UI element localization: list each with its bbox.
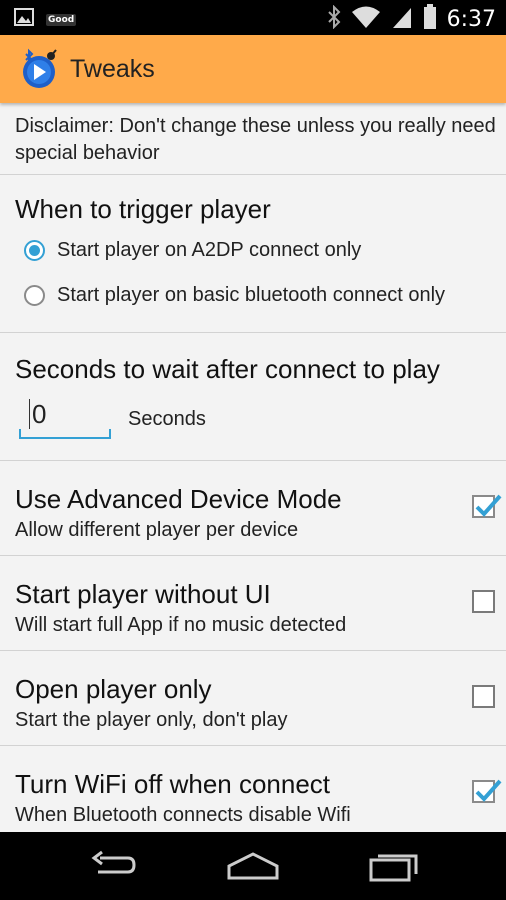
radio-button[interactable] xyxy=(24,285,45,306)
checkbox[interactable] xyxy=(472,590,495,613)
pref-summary: Allow different player per device xyxy=(15,519,299,541)
seconds-value: 0 xyxy=(32,399,47,429)
battery-icon xyxy=(423,4,437,35)
settings-list[interactable]: Disclaimer: Don't change these unless yo… xyxy=(0,103,506,832)
good-badge: Good xyxy=(46,13,77,26)
checkbox[interactable] xyxy=(472,685,495,708)
navigation-bar xyxy=(0,832,506,900)
trigger-title: When to trigger player xyxy=(15,194,271,224)
radio-option-a2dp[interactable]: Start player on A2DP connect only xyxy=(24,239,361,262)
trigger-section: When to trigger player Start player on A… xyxy=(0,175,506,333)
radio-label: Start player on A2DP connect only xyxy=(57,239,362,261)
pref-title: Use Advanced Device Mode xyxy=(15,484,342,514)
radio-option-basic-bluetooth[interactable]: Start player on basic bluetooth connect … xyxy=(24,284,445,307)
status-bar: Good 6:37 xyxy=(0,0,506,35)
pref-start-without-ui[interactable]: Start player without UI Will start full … xyxy=(0,556,506,651)
pref-summary: Will start full App if no music detected xyxy=(15,614,347,636)
pref-title: Start player without UI xyxy=(15,579,271,609)
pref-turn-wifi-off[interactable]: Turn WiFi off when connect When Bluetoot… xyxy=(0,746,506,832)
image-icon xyxy=(14,8,34,31)
checkbox-checked[interactable] xyxy=(472,779,502,803)
pref-title: Turn WiFi off when connect xyxy=(15,769,331,799)
app-bluetooth-player-icon[interactable] xyxy=(18,48,60,90)
back-icon[interactable] xyxy=(88,850,138,885)
checkbox-checked[interactable] xyxy=(472,494,502,518)
seconds-input[interactable]: 0 xyxy=(19,393,111,439)
radio-label: Start player on basic bluetooth connect … xyxy=(57,284,446,306)
page-title: Tweaks xyxy=(70,54,155,83)
bluetooth-icon xyxy=(327,4,341,34)
action-bar: Tweaks xyxy=(0,35,506,103)
pref-summary: Start the player only, don't play xyxy=(15,709,288,731)
recents-icon[interactable] xyxy=(368,850,420,887)
pref-advanced-device-mode[interactable]: Use Advanced Device Mode Allow different… xyxy=(0,461,506,556)
home-icon[interactable] xyxy=(226,850,280,885)
seconds-unit-label: Seconds xyxy=(128,408,206,430)
wait-section: Seconds to wait after connect to play 0 … xyxy=(0,333,506,461)
pref-summary: When Bluetooth connects disable Wifi xyxy=(15,804,351,826)
pref-title: Open player only xyxy=(15,674,212,704)
clock: 6:37 xyxy=(446,7,496,32)
disclaimer-section: Disclaimer: Don't change these unless yo… xyxy=(0,103,506,175)
radio-button-selected[interactable] xyxy=(24,240,45,261)
signal-icon xyxy=(391,5,413,34)
wait-title: Seconds to wait after connect to play xyxy=(15,354,440,384)
wifi-icon xyxy=(351,5,381,34)
disclaimer-text: Disclaimer: Don't change these unless yo… xyxy=(15,115,496,164)
text-cursor xyxy=(29,399,30,429)
pref-open-player-only[interactable]: Open player only Start the player only, … xyxy=(0,651,506,746)
